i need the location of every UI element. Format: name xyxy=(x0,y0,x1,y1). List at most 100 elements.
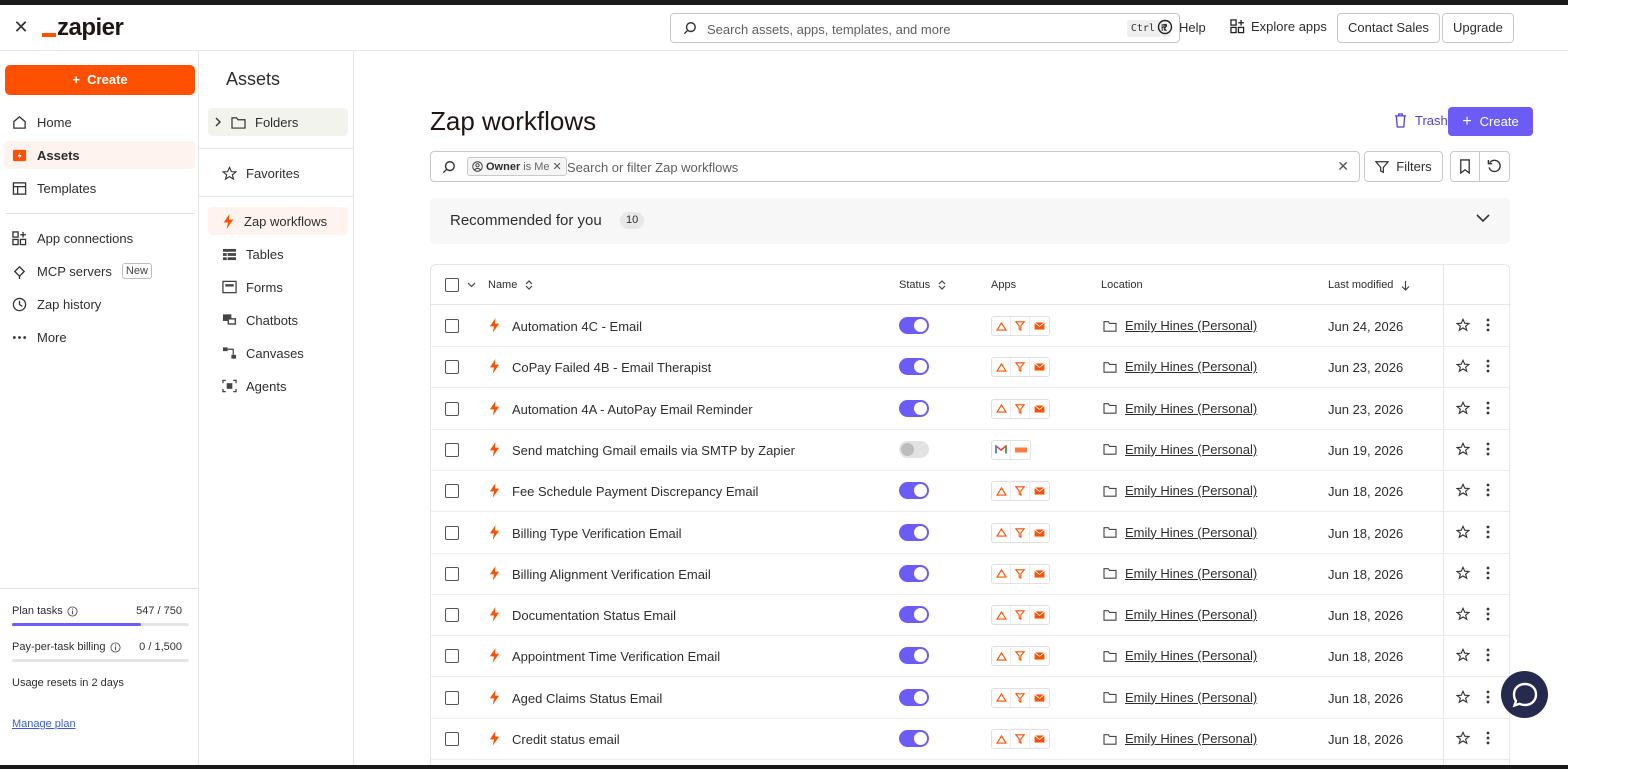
zap-name[interactable]: Billing Type Verification Email xyxy=(512,526,682,541)
location-link[interactable]: Emily Hines (Personal) xyxy=(1125,318,1257,333)
assets-item-zap-workflows[interactable]: Zap workflows xyxy=(208,207,348,235)
status-toggle[interactable] xyxy=(899,564,929,582)
zap-name[interactable]: Automation 4A - AutoPay Email Reminder xyxy=(512,402,753,417)
select-all-checkbox[interactable] xyxy=(445,278,459,292)
bookmark-button[interactable] xyxy=(1451,152,1481,181)
chevron-down-icon[interactable] xyxy=(1476,214,1490,223)
recommended-panel[interactable]: Recommended for you 10 xyxy=(430,198,1510,244)
status-toggle[interactable] xyxy=(899,647,929,665)
status-toggle[interactable] xyxy=(899,482,929,500)
star-icon[interactable] xyxy=(1456,607,1470,621)
chat-button[interactable] xyxy=(1501,671,1548,718)
nav-zap-history[interactable]: Zap history xyxy=(4,290,195,318)
nav-app-connections[interactable]: App connections xyxy=(4,224,195,252)
assets-item-tables[interactable]: Tables xyxy=(208,240,348,268)
nav-templates[interactable]: Templates xyxy=(4,174,195,202)
zapier-logo[interactable]: zapier xyxy=(42,14,124,42)
table-row[interactable]: Automation 4A - AutoPay Email Reminder Em… xyxy=(431,389,1509,430)
zap-name[interactable]: Send matching Gmail emails via SMTP by Z… xyxy=(512,443,795,458)
table-row[interactable]: Credit status email Emily Hines (Personal… xyxy=(431,719,1509,760)
create-button[interactable]: + Create xyxy=(5,65,195,95)
kebab-menu-icon[interactable] xyxy=(1486,318,1490,332)
kebab-menu-icon[interactable] xyxy=(1486,566,1490,580)
row-checkbox[interactable] xyxy=(445,608,459,623)
status-toggle[interactable] xyxy=(899,730,929,747)
location-link[interactable]: Emily Hines (Personal) xyxy=(1125,525,1257,540)
zap-name[interactable]: Aged Claims Status Email xyxy=(512,691,662,706)
kebab-menu-icon[interactable] xyxy=(1486,401,1490,415)
location-link[interactable]: Emily Hines (Personal) xyxy=(1125,731,1257,746)
status-toggle[interactable] xyxy=(899,358,929,376)
table-row[interactable]: Send matching Gmail emails via SMTP by Z… xyxy=(431,430,1509,471)
contact-sales-button[interactable]: Contact Sales xyxy=(1337,13,1440,43)
kebab-menu-icon[interactable] xyxy=(1486,442,1490,456)
star-icon[interactable] xyxy=(1456,359,1470,373)
location-link[interactable]: Emily Hines (Personal) xyxy=(1125,648,1257,663)
row-checkbox[interactable] xyxy=(445,401,459,416)
star-icon[interactable] xyxy=(1456,648,1470,662)
location-link[interactable]: Emily Hines (Personal) xyxy=(1125,442,1257,457)
explore-apps-link[interactable]: Explore apps xyxy=(1230,19,1327,34)
status-toggle[interactable] xyxy=(899,606,929,624)
status-toggle[interactable] xyxy=(899,688,929,706)
star-icon[interactable] xyxy=(1456,565,1470,580)
row-checkbox[interactable] xyxy=(445,649,459,664)
table-row[interactable]: Documentation Status Email Emily Hines (P… xyxy=(431,595,1509,637)
zap-name[interactable]: Credit status email xyxy=(512,732,620,747)
kebab-menu-icon[interactable] xyxy=(1486,483,1490,497)
zap-name[interactable]: Fee Schedule Payment Discrepancy Email xyxy=(512,484,758,499)
help-link[interactable]: ? Help xyxy=(1157,19,1206,35)
kebab-menu-icon[interactable] xyxy=(1486,525,1490,539)
nav-assets[interactable]: Assets xyxy=(4,141,195,169)
filters-button[interactable]: Filters xyxy=(1364,151,1443,182)
star-icon[interactable] xyxy=(1456,689,1470,704)
row-checkbox[interactable] xyxy=(445,319,459,333)
assets-item-agents[interactable]: Agents xyxy=(208,372,348,400)
kebab-menu-icon[interactable] xyxy=(1486,359,1490,373)
location-link[interactable]: Emily Hines (Personal) xyxy=(1125,566,1257,581)
zap-name[interactable]: Documentation Status Email xyxy=(512,608,676,623)
assets-item-forms[interactable]: Forms xyxy=(208,273,348,301)
zap-filter-input[interactable]: Owner is Me ✕ Search or filter Zap workf… xyxy=(430,151,1360,182)
table-row[interactable]: Billing Type Verification Email Emily Hin… xyxy=(431,513,1509,554)
star-icon[interactable] xyxy=(1456,318,1470,332)
upgrade-button[interactable]: Upgrade xyxy=(1442,13,1514,43)
favorites-item[interactable]: Favorites xyxy=(208,159,348,187)
row-checkbox[interactable] xyxy=(445,484,459,499)
row-checkbox[interactable] xyxy=(445,442,459,457)
column-name[interactable]: Name xyxy=(488,279,533,291)
table-row[interactable]: CoPay Failed 4B - Email Therapist Emily H… xyxy=(431,347,1509,389)
kebab-menu-icon[interactable] xyxy=(1486,648,1490,662)
remove-chip-icon[interactable]: ✕ xyxy=(553,160,562,173)
assets-item-canvases[interactable]: Canvases xyxy=(208,339,348,367)
zap-name[interactable]: CoPay Failed 4B - Email Therapist xyxy=(512,360,711,375)
star-icon[interactable] xyxy=(1456,400,1470,415)
table-row[interactable]: Automation 4C - Email Emily Hines (Person… xyxy=(431,306,1509,347)
nav-home[interactable]: Home xyxy=(4,108,195,136)
reset-button[interactable] xyxy=(1480,152,1509,181)
row-checkbox[interactable] xyxy=(445,360,459,375)
star-icon[interactable] xyxy=(1456,731,1470,745)
status-toggle[interactable] xyxy=(899,440,929,458)
kebab-menu-icon[interactable] xyxy=(1486,731,1490,745)
nav-mcp-servers[interactable]: MCP servers New xyxy=(4,257,195,285)
info-icon[interactable] xyxy=(67,605,78,617)
location-link[interactable]: Emily Hines (Personal) xyxy=(1125,690,1257,705)
manage-plan-link[interactable]: Manage plan xyxy=(12,718,76,730)
table-row[interactable]: Billing Alignment Verification Email Emil… xyxy=(431,554,1509,595)
global-search[interactable]: Search assets, apps, templates, and more… xyxy=(670,13,1180,43)
status-toggle[interactable] xyxy=(899,317,929,334)
clear-filter-icon[interactable]: ✕ xyxy=(1337,158,1349,175)
location-link[interactable]: Emily Hines (Personal) xyxy=(1125,401,1257,416)
owner-filter-chip[interactable]: Owner is Me ✕ xyxy=(467,157,567,176)
star-icon[interactable] xyxy=(1456,483,1470,497)
create-zap-button[interactable]: + Create xyxy=(1448,107,1533,136)
column-status[interactable]: Status xyxy=(899,279,946,291)
nav-more[interactable]: More xyxy=(4,323,195,351)
location-link[interactable]: Emily Hines (Personal) xyxy=(1125,359,1257,374)
table-row[interactable]: Aged Claims Status Email Emily Hines (Per… xyxy=(431,678,1509,719)
row-checkbox[interactable] xyxy=(445,690,459,705)
close-icon[interactable]: ✕ xyxy=(12,18,30,36)
row-checkbox[interactable] xyxy=(445,566,459,581)
star-icon[interactable] xyxy=(1456,524,1470,539)
